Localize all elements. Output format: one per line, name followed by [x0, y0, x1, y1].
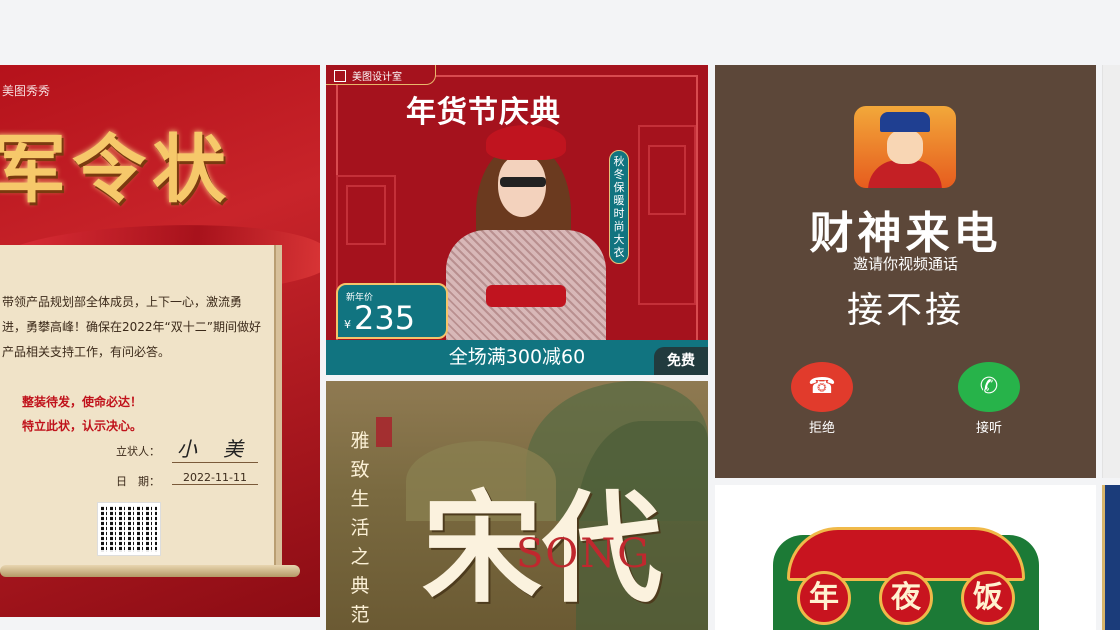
call-subtitle: 邀请你视频通话: [852, 255, 958, 273]
phone-hangup-icon: ☎: [808, 374, 836, 399]
template-card-partial[interactable]: [1102, 485, 1120, 630]
lattice-decoration: [648, 145, 686, 215]
card-title: 军令状: [0, 127, 232, 213]
caller-name: 财神来电: [809, 208, 1002, 259]
signer-signature: 小 美: [172, 433, 258, 463]
brand-logo: 美图秀秀: [2, 84, 51, 98]
product-vertical-label: 秋冬保暖时尚大衣: [609, 150, 629, 264]
studio-badge: 美图设计室: [326, 65, 436, 85]
price-value: 235: [354, 299, 416, 337]
vertical-slogan: 雅致生活之典范: [350, 430, 370, 626]
avatar-hat: [880, 112, 930, 132]
phone-icon: ✆: [979, 374, 999, 399]
date-value: 2022-11-11: [172, 471, 258, 485]
god-of-wealth-avatar: [854, 106, 956, 188]
order-body-text: 带领产品规划部全体成员，上下一心，激流勇进，勇攀高峰！确保在2022年“双十二”…: [2, 295, 261, 359]
template-card-year-goods-festival[interactable]: 美图设计室 年货节庆典 秋冬保暖时尚大衣 新年价 ¥ 235 全场满300减60…: [326, 65, 708, 375]
date-label: 日 期：: [116, 475, 160, 488]
model-sunglasses: [500, 177, 546, 187]
call-question: 接不接: [846, 290, 964, 331]
price-tag: 新年价 ¥ 235: [336, 283, 448, 339]
signer-label: 立状人：: [116, 445, 160, 458]
oath-text: 整装待发，使命必达！ 特立此状，认示决心。: [22, 390, 142, 438]
accept-label: 接听: [975, 421, 1002, 436]
template-card-song-dynasty[interactable]: 雅致生活之典范 宋代 SONG: [326, 381, 708, 630]
oath-line-2: 特立此状，认示决心。: [22, 419, 143, 433]
top-bar: [0, 0, 1120, 64]
model-hat: [486, 125, 566, 160]
model-photo: [436, 125, 606, 375]
title-char-fan: 饭: [961, 571, 1015, 625]
promo-strip: 全场满300减60: [326, 340, 708, 375]
decline-call-button[interactable]: ☎: [791, 362, 853, 412]
title-char-nian: 年: [797, 571, 851, 625]
template-card-military-order[interactable]: 美图秀秀 军令状 带领产品规划部全体成员，上下一心，激流勇进，勇攀高峰！确保在2…: [0, 65, 320, 617]
avatar-robe: [868, 160, 942, 188]
decline-label: 拒绝: [808, 421, 835, 436]
studio-logo-icon: [334, 70, 346, 82]
lattice-decoration: [346, 185, 386, 245]
accept-call-button[interactable]: ✆: [958, 362, 1020, 412]
template-card-new-year-dinner[interactable]: 年 夜 饭: [715, 485, 1096, 630]
studio-badge-label: 美图设计室: [352, 72, 402, 83]
template-card-incoming-call[interactable]: 财神来电 邀请你视频通话 接不接 ☎ ✆ 拒绝 接听: [715, 65, 1096, 478]
template-card-partial[interactable]: [1102, 65, 1120, 478]
oath-line-1: 整装待发，使命必达！: [22, 395, 143, 409]
avatar-face: [887, 130, 923, 164]
song-label: SONG: [516, 531, 652, 577]
title-char-ye: 夜: [879, 571, 933, 625]
seal-stamp-icon: [376, 417, 392, 447]
free-badge: 免费: [654, 347, 708, 375]
model-belt: [486, 285, 566, 307]
scroll-roller: [0, 565, 300, 577]
qr-code-icon: [97, 502, 161, 556]
currency-symbol: ¥: [344, 318, 351, 331]
